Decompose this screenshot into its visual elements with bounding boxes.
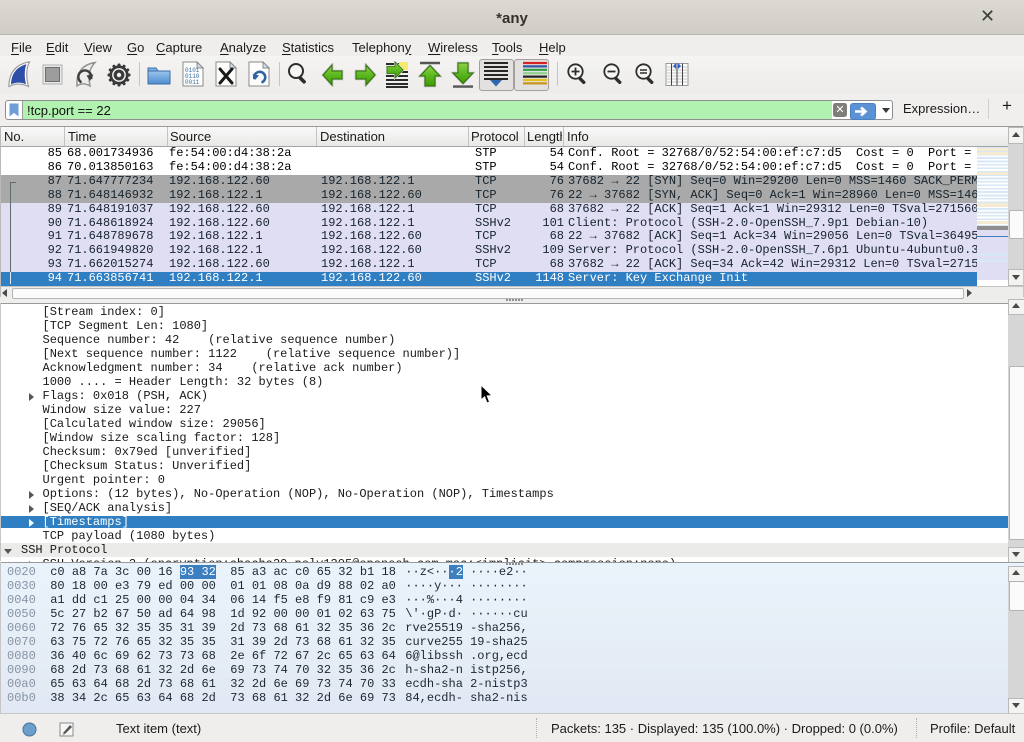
svg-text:0011: 0011 [185, 79, 200, 86]
